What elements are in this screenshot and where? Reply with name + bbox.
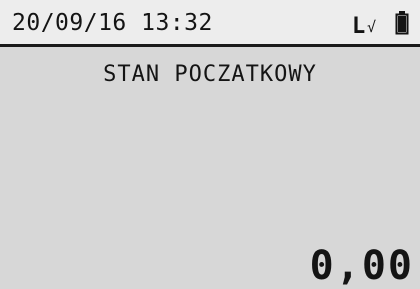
status-bar: 20/09/16 13:32 L √ xyxy=(0,0,420,47)
amount-display: 0,00 xyxy=(309,243,414,289)
datetime-display: 20/09/16 13:32 xyxy=(12,10,213,36)
battery-icon xyxy=(395,11,409,35)
check-icon: √ xyxy=(367,18,377,36)
screen-title: STAN POCZATKOWY xyxy=(103,62,317,87)
lcd-screen: 20/09/16 13:32 L √ STAN POCZATKOWY 0,00 xyxy=(0,0,420,289)
signal-indicator: L xyxy=(352,14,366,39)
